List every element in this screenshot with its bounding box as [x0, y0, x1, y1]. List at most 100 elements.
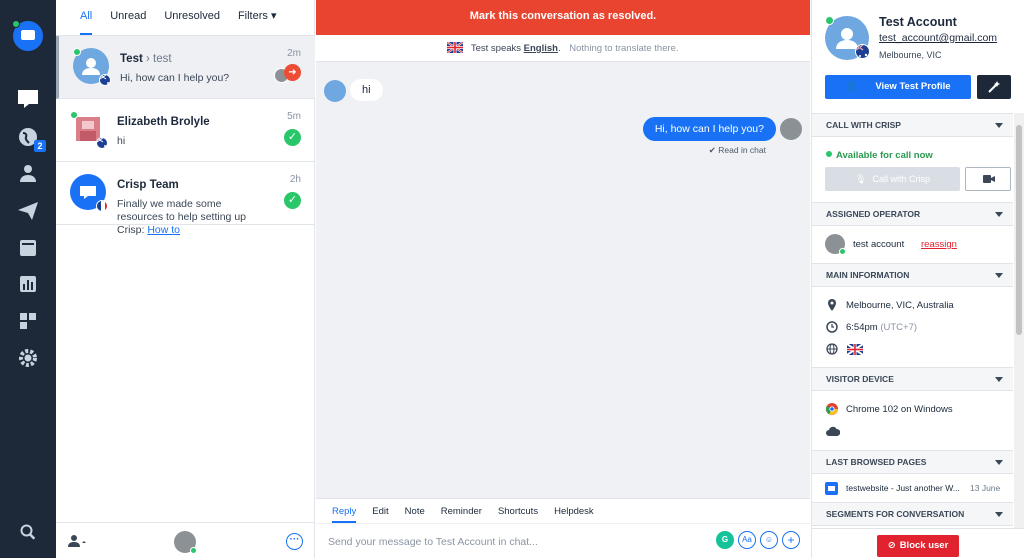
france-flag-icon [96, 200, 108, 212]
filter-tabs: All Unread Unresolved Filters ▾ [56, 0, 314, 36]
profile-email[interactable]: test_account@gmail.com [879, 32, 997, 44]
conversation-preview: Hi, how can I help you? [120, 72, 230, 84]
tab-note[interactable]: Note [405, 499, 425, 523]
device-section-header[interactable]: VISITOR DEVICE [812, 367, 1013, 391]
operator-section-header[interactable]: ASSIGNED OPERATOR [812, 202, 1013, 226]
operator-name: test account [853, 239, 905, 250]
conversation-name: Test › test [120, 53, 172, 65]
block-icon: ⊘ [887, 540, 896, 551]
australia-flag-icon [96, 137, 108, 149]
segments-section-header[interactable]: SEGMENTS FOR CONVERSATION [812, 502, 1013, 526]
filter-unread[interactable]: Unread [110, 0, 146, 35]
translation-bar: Test speaks English. Nothing to translat… [316, 35, 810, 62]
availability-icon[interactable] [68, 534, 86, 548]
emoji-icon[interactable]: ☺ [760, 531, 778, 549]
operator-avatar [780, 118, 802, 140]
tab-reply[interactable]: Reply [332, 499, 357, 523]
reassign-link[interactable]: reassign [921, 239, 957, 250]
main-info-section-header[interactable]: MAIN INFORMATION [812, 263, 1013, 287]
helpdesk-icon[interactable] [16, 236, 40, 260]
local-time: 6:54pm (UTC+7) [846, 322, 918, 333]
online-status-dot [70, 111, 78, 119]
view-profile-button[interactable]: 👤 View Test Profile [825, 75, 971, 99]
pages-section-header[interactable]: LAST BROWSED PAGES [812, 450, 1013, 474]
edit-profile-button[interactable] [977, 75, 1011, 99]
microphone-icon: 🎙 [855, 174, 867, 184]
tab-reminder[interactable]: Reminder [441, 499, 482, 523]
operator-message: Hi, how can I help you? [642, 117, 776, 141]
app-rail: 2 [0, 0, 56, 558]
plugins-icon[interactable] [16, 309, 40, 333]
resolve-conversation-button[interactable]: Mark this conversation as resolved. [316, 0, 810, 35]
globe-icon [826, 343, 838, 355]
inbox-icon[interactable] [16, 87, 40, 111]
clock-icon [826, 321, 838, 333]
conversation-item-crisp-team[interactable]: Crisp Team Finally we made some resource… [56, 162, 315, 236]
cloud-icon [826, 426, 840, 436]
filter-unresolved[interactable]: Unresolved [164, 0, 220, 35]
online-status-dot [73, 48, 81, 56]
conversation-time: 2h [289, 174, 301, 185]
scrollbar-thumb[interactable] [1016, 125, 1022, 335]
tab-helpdesk[interactable]: Helpdesk [554, 499, 594, 523]
video-call-button[interactable] [965, 167, 1011, 191]
available-dot-icon [826, 151, 832, 157]
contacts-icon[interactable] [16, 161, 40, 185]
translate-note: Nothing to translate there. [569, 43, 679, 54]
operator-avatar[interactable] [174, 531, 197, 554]
full-location: Melbourne, VIC, Australia [846, 300, 954, 311]
filter-dropdown[interactable]: Filters ▾ [238, 0, 277, 35]
conversation-time: 2m [287, 48, 301, 59]
reply-arrow-icon: ➜ [284, 64, 301, 81]
visitor-message: hi [350, 79, 383, 101]
conversation-list: All Unread Unresolved Filters ▾ Test › t… [56, 0, 315, 558]
add-attachment-icon[interactable]: + [782, 531, 800, 549]
call-section-header[interactable]: CALL WITH CRISP [812, 113, 1013, 137]
filter-all[interactable]: All [80, 0, 93, 35]
profile-location: Melbourne, VIC [879, 50, 942, 60]
uk-flag-icon [847, 344, 863, 355]
browsed-page-title[interactable]: testwebsite - Just another W... [846, 483, 960, 493]
conversation-preview: hi [117, 135, 126, 147]
conversation-name: Crisp Team [117, 179, 179, 191]
online-status-dot [12, 20, 20, 28]
list-footer: ··· [56, 522, 315, 558]
message-input[interactable]: Send your message to Test Account in cha… [328, 536, 538, 548]
chat-panel: Mark this conversation as resolved. Test… [316, 0, 810, 558]
call-with-crisp-button[interactable]: 🎙 Call with Crisp [825, 167, 960, 191]
translate-prefix: Test speaks [470, 43, 522, 54]
grammarly-icon[interactable]: G [716, 531, 734, 549]
resolved-check-icon: ✓ [284, 129, 301, 146]
tab-edit[interactable]: Edit [372, 499, 388, 523]
conversation-item-test[interactable]: Test › test Hi, how can I help you? 2m ➜ [56, 36, 315, 99]
magic-wand-icon [988, 81, 1000, 93]
block-user-button[interactable]: ⊘ Block user [877, 535, 959, 557]
tab-shortcuts[interactable]: Shortcuts [498, 499, 538, 523]
settings-gear-icon[interactable] [16, 346, 40, 370]
search-icon[interactable] [16, 520, 40, 544]
conversation-item-elizabeth[interactable]: Elizabeth Brolyle hi 5m ✓ [56, 99, 315, 162]
campaigns-icon[interactable] [16, 199, 40, 223]
language-link[interactable]: English [524, 43, 558, 54]
location-pin-icon [828, 299, 836, 311]
more-options-icon[interactable]: ··· [286, 533, 303, 550]
profile-panel: Test Account test_account@gmail.com Melb… [811, 0, 1024, 558]
call-availability: Available for call now [826, 150, 933, 161]
browsed-page-date: 13 June [970, 483, 1001, 493]
operator-avatar [825, 234, 846, 255]
block-bar: ⊘ Block user [812, 528, 1024, 558]
conversation-preview: Finally we made some resources to help s… [117, 198, 246, 236]
australia-flag-icon [99, 74, 111, 86]
visitors-count-badge: 2 [34, 140, 46, 152]
conversation-name: Elizabeth Brolyle [117, 116, 210, 128]
composer-tabs: Reply Edit Note Reminder Shortcuts Helpd… [316, 499, 810, 524]
analytics-icon[interactable] [16, 272, 40, 296]
profile-scrollbar[interactable] [1014, 113, 1024, 558]
how-to-link[interactable]: How to [147, 224, 180, 236]
crisp-logo[interactable] [12, 20, 43, 51]
australia-flag-icon [855, 44, 870, 59]
text-format-icon[interactable]: Aa [738, 531, 756, 549]
browser-info: Chrome 102 on Windows [846, 404, 953, 415]
chrome-icon [826, 403, 838, 415]
profile-name: Test Account [879, 15, 957, 29]
